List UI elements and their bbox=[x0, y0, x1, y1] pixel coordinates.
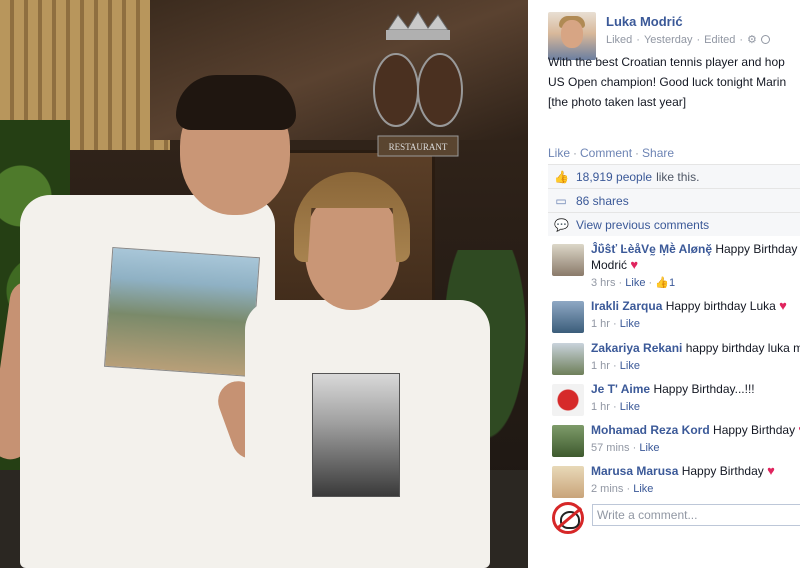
hair bbox=[176, 75, 296, 130]
globe-icon[interactable] bbox=[760, 35, 770, 44]
post-photo[interactable]: RESTAURANT bbox=[0, 0, 528, 568]
post-actions: Like · Comment · Share bbox=[548, 146, 674, 160]
commenter-name[interactable]: Je T' Aime bbox=[591, 382, 650, 396]
comment-bubble-icon: 💬 bbox=[554, 217, 569, 232]
comment-like-button[interactable]: Like bbox=[620, 318, 640, 330]
comment-text: Happy birthday Luka bbox=[665, 299, 776, 313]
post-text: With the best Croatian tennis player and… bbox=[548, 52, 800, 112]
commenter-avatar[interactable] bbox=[552, 244, 584, 276]
comment-likes-count[interactable]: 1 bbox=[669, 277, 675, 289]
comment-like-button[interactable]: Like bbox=[620, 360, 640, 372]
restaurant-sign: RESTAURANT bbox=[373, 11, 463, 157]
comment-like-button[interactable]: Like bbox=[625, 277, 645, 289]
likes-suffix: like this. bbox=[656, 169, 700, 184]
edited-label[interactable]: Edited bbox=[704, 34, 735, 46]
settings-icon[interactable]: ⚙ bbox=[747, 33, 757, 46]
commenter-avatar[interactable] bbox=[552, 384, 584, 416]
meta-separator: · bbox=[636, 33, 640, 46]
comment-time[interactable]: 3 hrs bbox=[591, 277, 615, 289]
likes-count[interactable]: 18,919 people bbox=[576, 170, 652, 184]
commenter-name[interactable]: Zakariya Rekani bbox=[591, 341, 682, 355]
comment-text-cont: Modrić bbox=[591, 258, 628, 272]
post-panel: Luka Modrić Liked · Yesterday · Edited ·… bbox=[528, 0, 800, 568]
comment-text: happy birthday luka m bbox=[685, 341, 800, 355]
shares-count[interactable]: 86 shares bbox=[576, 194, 629, 208]
comment: Zakariya Rekani happy birthday luka m 1 … bbox=[548, 339, 800, 379]
share-button[interactable]: Share bbox=[642, 146, 674, 160]
comment: Je T' Aime Happy Birthday...!!! 1 hr · L… bbox=[548, 380, 800, 420]
shares-row: ▭ 86 shares bbox=[548, 188, 800, 212]
liked-label: Liked bbox=[606, 33, 633, 46]
post-text-line: US Open champion! Good luck tonight Mari… bbox=[548, 75, 787, 89]
comment-text: Happy Birthday...!!! bbox=[653, 382, 755, 396]
meta-separator: · bbox=[696, 33, 701, 46]
comment-composer bbox=[548, 500, 800, 534]
action-separator: · bbox=[573, 146, 578, 160]
commenter-avatar[interactable] bbox=[552, 425, 584, 457]
commenter-name[interactable]: Mohamad Reza Kord bbox=[591, 423, 710, 437]
comment: Mohamad Reza Kord Happy Birthday ♥ 57 mi… bbox=[548, 421, 800, 461]
beach-print bbox=[103, 246, 261, 378]
post-time[interactable]: Yesterday bbox=[644, 34, 693, 46]
heart-icon: ♥ bbox=[767, 463, 775, 478]
comment: Ĵΰŝť ĿèåVḛ Ṃḕ Alønḝ Happy Birthday L Mod… bbox=[548, 240, 800, 289]
comment-text: Happy Birthday bbox=[681, 464, 764, 478]
thumbs-up-icon: 👍 bbox=[554, 169, 569, 184]
action-separator: · bbox=[635, 146, 640, 160]
comment-time[interactable]: 57 mins bbox=[591, 442, 630, 454]
comment: Marusa Marusa Happy Birthday ♥ 2 mins · … bbox=[548, 462, 800, 502]
comment-time[interactable]: 2 mins bbox=[591, 483, 623, 495]
comment-text: Happy Birthday L bbox=[715, 242, 800, 256]
commenter-name[interactable]: Marusa Marusa bbox=[591, 464, 678, 478]
post-text-line: [the photo taken last year] bbox=[548, 95, 687, 109]
author-name[interactable]: Luka Modrić bbox=[606, 14, 683, 29]
comment-like-button[interactable]: Like bbox=[633, 483, 653, 495]
comment-time[interactable]: 1 hr bbox=[591, 318, 610, 330]
thumbs-up-icon: 👍 bbox=[655, 277, 669, 289]
post-text-line: With the best Croatian tennis player and… bbox=[548, 55, 785, 69]
user-avatar[interactable] bbox=[552, 502, 584, 534]
comment-like-button[interactable]: Like bbox=[620, 401, 640, 413]
feedback-box: 👍 18,919 people like this. ▭ 86 shares 💬… bbox=[548, 164, 800, 236]
commenter-name[interactable]: Irakli Zarqua bbox=[591, 299, 662, 313]
comment-text: Happy Birthday bbox=[713, 423, 796, 437]
meta-separator: · bbox=[739, 33, 744, 46]
view-previous-comments[interactable]: View previous comments bbox=[576, 218, 709, 232]
comment: Irakli Zarqua Happy birthday Luka ♥ 1 hr… bbox=[548, 297, 800, 337]
heart-icon: ♥ bbox=[630, 257, 639, 272]
comment-input[interactable] bbox=[592, 504, 800, 526]
commenter-avatar[interactable] bbox=[552, 301, 584, 333]
heart-icon: ♥ bbox=[779, 298, 787, 313]
share-icon: ▭ bbox=[555, 193, 567, 208]
comment-button[interactable]: Comment bbox=[580, 146, 632, 160]
commenter-avatar[interactable] bbox=[552, 466, 584, 498]
comment-time[interactable]: 1 hr bbox=[591, 360, 610, 372]
comment-time[interactable]: 1 hr bbox=[591, 401, 610, 413]
likes-row: 👍 18,919 people like this. bbox=[548, 164, 800, 188]
post-meta: Liked · Yesterday · Edited · ⚙ bbox=[606, 33, 770, 46]
portrait-print bbox=[312, 373, 400, 497]
comment-like-button[interactable]: Like bbox=[639, 442, 659, 454]
view-previous-row: 💬 View previous comments bbox=[548, 212, 800, 236]
sign-text: RESTAURANT bbox=[389, 142, 448, 152]
commenter-name[interactable]: Ĵΰŝť ĿèåVḛ Ṃḕ Alønḝ bbox=[591, 242, 712, 256]
like-button[interactable]: Like bbox=[548, 146, 570, 160]
commenter-avatar[interactable] bbox=[552, 343, 584, 375]
